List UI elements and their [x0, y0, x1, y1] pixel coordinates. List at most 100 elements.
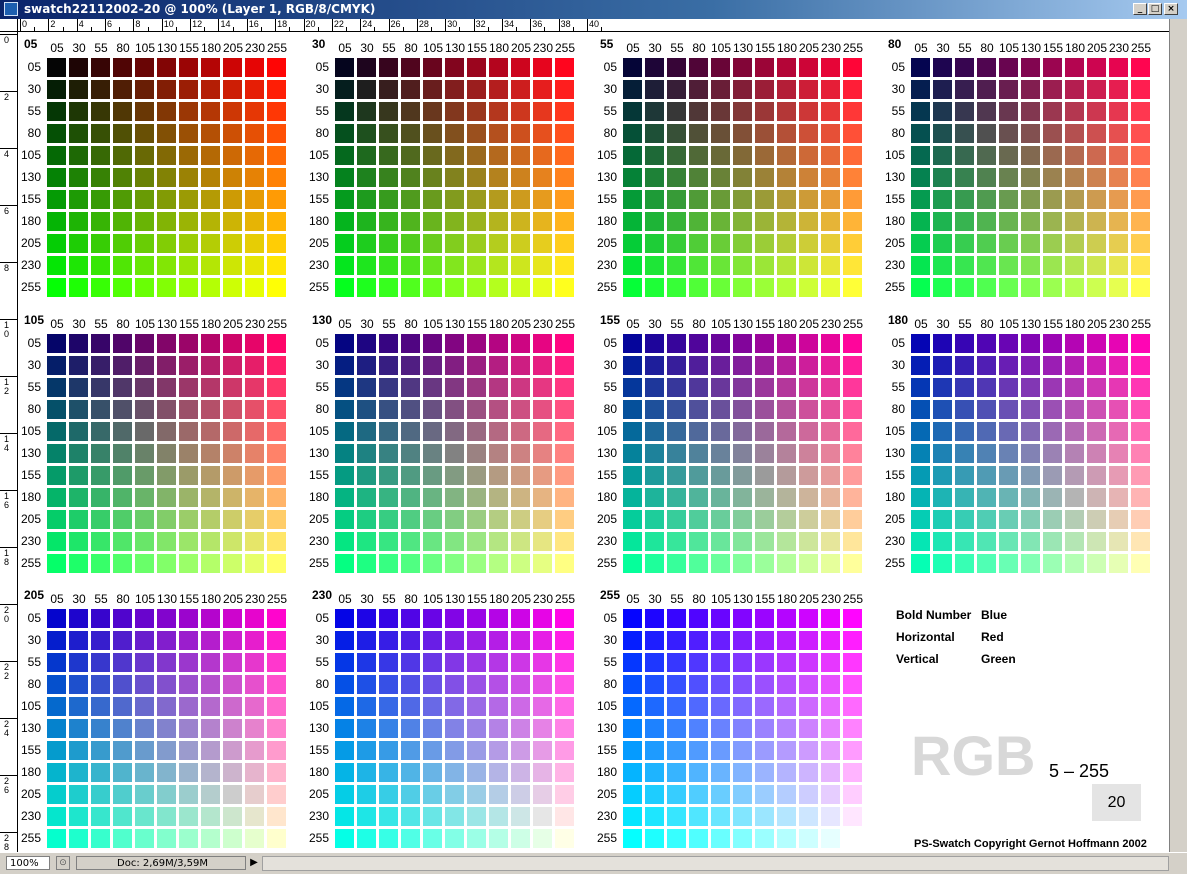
color-swatch	[555, 278, 574, 297]
color-swatch	[335, 609, 354, 628]
color-swatch	[667, 124, 686, 143]
color-swatch	[489, 653, 508, 672]
color-swatch	[733, 168, 752, 187]
ruler-origin[interactable]	[0, 19, 18, 32]
color-swatch	[1043, 378, 1062, 397]
color-swatch	[999, 334, 1018, 353]
color-swatch	[911, 378, 930, 397]
color-swatch	[467, 234, 486, 253]
color-swatch	[511, 278, 530, 297]
color-swatch	[977, 124, 996, 143]
red-column-label: 55	[670, 592, 684, 606]
navigator-icon[interactable]: ⊙	[56, 856, 70, 870]
color-swatch	[533, 532, 552, 551]
green-row-label: 80	[603, 126, 617, 140]
color-swatch	[69, 190, 88, 209]
color-swatch	[1021, 58, 1040, 77]
color-swatch	[1087, 334, 1106, 353]
color-swatch	[511, 741, 530, 760]
color-swatch	[245, 256, 264, 275]
color-swatch	[645, 58, 664, 77]
color-swatch	[335, 212, 354, 231]
color-swatch	[379, 510, 398, 529]
red-column-label: 255	[554, 317, 576, 331]
color-swatch	[223, 488, 242, 507]
color-swatch	[91, 378, 110, 397]
horizontal-scrollbar[interactable]	[262, 856, 1169, 871]
color-swatch	[911, 510, 930, 529]
color-swatch	[1043, 146, 1062, 165]
color-swatch	[1109, 102, 1128, 121]
ruler-label: 8	[4, 263, 10, 273]
color-swatch	[977, 58, 996, 77]
color-swatch	[555, 785, 574, 804]
color-swatch	[1109, 554, 1128, 573]
maximize-button[interactable]: □	[1148, 3, 1162, 15]
document-info[interactable]: Doc: 2,69M/3,59M	[76, 856, 246, 870]
color-swatch	[69, 278, 88, 297]
color-swatch	[999, 488, 1018, 507]
color-swatch	[179, 631, 198, 650]
color-swatch	[511, 653, 530, 672]
zoom-field[interactable]: 100%	[6, 856, 50, 870]
red-column-label: 55	[382, 592, 396, 606]
color-swatch	[179, 510, 198, 529]
red-column-label: 105	[998, 317, 1020, 331]
color-swatch	[157, 190, 176, 209]
document-canvas[interactable]: 05 05 30 55 80 105 130 155 180 205 230 255 05 30 55 80 1…	[18, 32, 1169, 852]
color-swatch	[955, 102, 974, 121]
color-swatch	[511, 510, 530, 529]
red-column-label: 180	[200, 317, 222, 331]
color-swatch	[335, 278, 354, 297]
red-column-label: 130	[732, 592, 754, 606]
color-swatch	[245, 763, 264, 782]
color-swatch	[755, 80, 774, 99]
color-swatch	[1021, 510, 1040, 529]
vertical-scrollbar[interactable]	[1169, 19, 1187, 852]
green-row-label: 30	[603, 633, 617, 647]
green-row-label: 130	[596, 721, 617, 735]
color-swatch	[821, 510, 840, 529]
color-swatch	[423, 631, 442, 650]
color-swatch	[69, 510, 88, 529]
horizontal-ruler[interactable]: 0 2 4 6 8 10 12 14 16 18 20 22 24 26 28 30 32 34 36 38 40	[18, 19, 1169, 32]
color-swatch	[667, 466, 686, 485]
green-row-label: 255	[308, 831, 329, 845]
color-swatch	[667, 609, 686, 628]
color-swatch	[423, 510, 442, 529]
close-button[interactable]: ×	[1164, 3, 1178, 15]
color-swatch	[135, 609, 154, 628]
color-swatch	[645, 829, 664, 848]
color-swatch	[179, 168, 198, 187]
color-swatch	[245, 807, 264, 826]
color-swatch	[777, 256, 796, 275]
red-column-label: 205	[798, 592, 820, 606]
red-column-label: 30	[936, 317, 950, 331]
color-swatch	[689, 609, 708, 628]
status-menu-arrow[interactable]: ▶	[248, 856, 260, 870]
ruler-label: 8	[135, 19, 141, 29]
color-swatch	[555, 466, 574, 485]
vertical-ruler[interactable]: 0 2 4 6 8 10 12 14 16 18 20 22 24 26 28	[0, 32, 18, 852]
color-swatch	[113, 785, 132, 804]
color-swatch	[911, 356, 930, 375]
color-swatch	[201, 124, 220, 143]
color-swatch	[113, 356, 132, 375]
color-swatch	[799, 356, 818, 375]
color-swatch	[69, 741, 88, 760]
color-swatch	[245, 719, 264, 738]
color-swatch	[911, 256, 930, 275]
color-swatch	[201, 488, 220, 507]
minimize-button[interactable]: _	[1133, 3, 1147, 15]
green-row-label: 55	[891, 380, 905, 394]
color-swatch	[711, 190, 730, 209]
color-swatch	[667, 631, 686, 650]
ruler-tick	[161, 19, 163, 31]
color-swatch	[511, 356, 530, 375]
color-swatch	[755, 334, 774, 353]
color-swatch	[423, 785, 442, 804]
color-swatch	[821, 697, 840, 716]
color-swatch	[955, 278, 974, 297]
color-swatch	[689, 422, 708, 441]
color-swatch	[843, 356, 862, 375]
